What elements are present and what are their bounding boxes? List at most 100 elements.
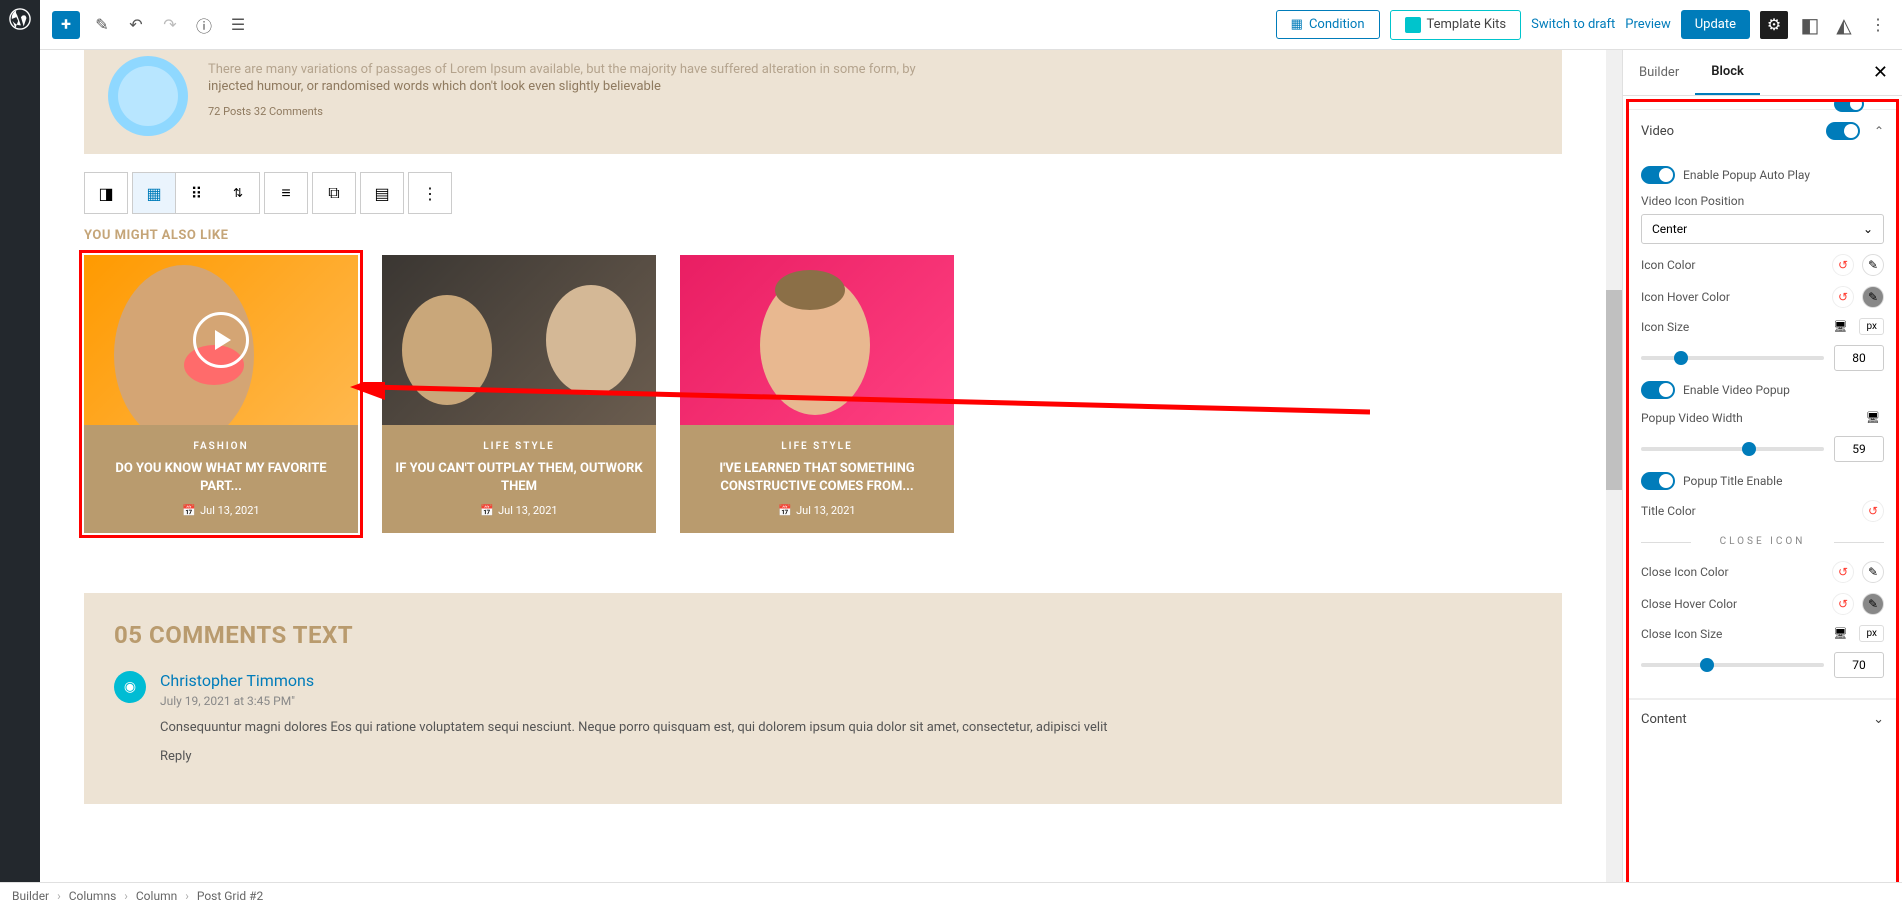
link-icon[interactable]: ⧉ [313,173,355,213]
popup-title-label: Popup Title Enable [1683,474,1884,488]
title-color-label: Title Color [1641,504,1854,518]
color-picker-icon[interactable]: ✎ [1862,286,1884,308]
close-icon-size-input[interactable] [1834,652,1884,678]
comment-item: ◉ Christopher Timmons July 19, 2021 at 3… [114,671,1532,764]
enable-popup-toggle[interactable] [1641,381,1675,399]
video-section-header[interactable]: Video ⌃ [1629,110,1896,152]
popup-width-label: Popup Video Width [1641,411,1854,425]
undo-icon[interactable]: ↶ [124,13,148,37]
grid-layout-icon[interactable]: ▦ [133,173,175,213]
icon-size-label: Icon Size [1641,320,1822,334]
info-icon[interactable]: ⓘ [192,13,216,37]
unit-px[interactable]: px [1859,625,1884,642]
redo-icon[interactable]: ↷ [158,13,182,37]
wordpress-logo-icon[interactable] [9,8,31,36]
color-picker-icon[interactable]: ✎ [1862,254,1884,276]
tab-block[interactable]: Block [1695,50,1760,95]
close-panel-icon[interactable]: ✕ [1859,62,1902,83]
video-toggle[interactable] [1826,122,1860,140]
more-icon[interactable]: ⋮ [1866,13,1890,37]
settings-icon[interactable]: ⚙ [1760,11,1788,39]
align-icon[interactable]: ≡ [265,173,307,213]
blocks-icon[interactable]: ◧ [1798,13,1822,37]
wp-admin-sidebar [0,0,40,908]
chevron-down-icon: ⌄ [1863,222,1873,236]
section-title: Video [1641,124,1674,139]
author-box: There are many variations of passages of… [84,50,1562,154]
reset-icon[interactable]: ↺ [1832,593,1854,615]
condition-button[interactable]: ▦ Condition [1276,10,1380,39]
post-card[interactable]: LIFE STYLE I'VE LEARNED THAT SOMETHING C… [680,255,954,533]
icon-size-slider[interactable] [1641,356,1824,360]
reply-link[interactable]: Reply [160,749,1532,764]
autoplay-toggle[interactable] [1641,166,1675,184]
drag-icon[interactable]: ⠿ [175,173,217,213]
post-image [382,255,656,425]
comments-title: 05 COMMENTS TEXT [114,621,1532,649]
replace-icon[interactable]: ▤ [361,173,403,213]
edit-icon[interactable]: ✎ [90,13,114,37]
close-icon-size-slider[interactable] [1641,663,1824,667]
breadcrumb-item[interactable]: Builder [12,889,49,903]
breadcrumb-item[interactable]: Column [136,889,177,903]
enable-popup-label: Enable Video Popup [1683,383,1884,397]
desktop-icon[interactable]: 🖥 [1862,409,1884,426]
popup-width-input[interactable] [1834,436,1884,462]
breadcrumb: Builder › Columns › Column › Post Grid #… [0,882,1902,908]
block-toolbar: ◨ ▦ ⠿ ⇅ ≡ ⧉ ▤ ⋮ [84,172,1562,214]
switch-to-draft-link[interactable]: Switch to draft [1531,17,1615,32]
reset-icon[interactable]: ↺ [1832,561,1854,583]
tab-builder[interactable]: Builder [1623,51,1695,94]
breadcrumb-item[interactable]: Columns [69,889,117,903]
icon-hover-color-label: Icon Hover Color [1641,290,1824,304]
author-description-2: injected humour, or randomised words whi… [208,77,1538,97]
author-description: There are many variations of passages of… [208,62,1538,77]
post-category: LIFE STYLE [394,441,644,452]
post-title: I'VE LEARNED THAT SOMETHING CONSTRUCTIVE… [692,460,942,496]
outline-icon[interactable]: ☰ [226,13,250,37]
chevron-down-icon: ⌄ [1873,712,1884,727]
popup-title-toggle[interactable] [1641,472,1675,490]
color-picker-icon[interactable]: ✎ [1862,561,1884,583]
update-button[interactable]: Update [1681,10,1750,39]
reset-icon[interactable]: ↺ [1862,500,1884,522]
more-options-icon[interactable]: ⋮ [409,173,451,213]
chevron-up-icon: ⌃ [1874,124,1884,138]
preview-link[interactable]: Preview [1625,17,1670,32]
settings-panel: Builder Block ✕ Video ⌃ [1622,50,1902,908]
post-category: FASHION [96,441,346,452]
editor-canvas[interactable]: There are many variations of passages of… [40,50,1606,908]
template-kits-button[interactable]: Template Kits [1390,10,1522,40]
breadcrumb-item[interactable]: Post Grid #2 [197,889,263,903]
icon-position-label: Video Icon Position [1641,194,1884,208]
desktop-icon[interactable]: 🖥 [1830,318,1852,335]
color-picker-icon[interactable]: ✎ [1862,593,1884,615]
post-date: 📅 Jul 13, 2021 [96,504,346,517]
block-type-icon[interactable]: ◨ [85,173,127,213]
astra-icon[interactable]: ◭ [1832,13,1856,37]
post-image [84,255,358,425]
reset-icon[interactable]: ↺ [1832,254,1854,276]
posts-grid: FASHION DO YOU KNOW WHAT MY FAVORITE PAR… [84,255,1562,533]
toggle-switch[interactable] [1834,99,1864,112]
unit-px[interactable]: px [1859,318,1884,335]
move-icon[interactable]: ⇅ [217,173,259,213]
close-icon-color-label: Close Icon Color [1641,565,1824,579]
scrollbar[interactable] [1606,50,1622,908]
icon-position-select[interactable]: Center ⌄ [1641,214,1884,244]
play-icon[interactable] [193,312,249,368]
icon-size-input[interactable] [1834,345,1884,371]
post-card[interactable]: FASHION DO YOU KNOW WHAT MY FAVORITE PAR… [84,255,358,533]
post-card[interactable]: LIFE STYLE IF YOU CAN'T OUTPLAY THEM, OU… [382,255,656,533]
reset-icon[interactable]: ↺ [1832,286,1854,308]
close-hover-color-label: Close Hover Color [1641,597,1824,611]
popup-width-slider[interactable] [1641,447,1824,451]
desktop-icon[interactable]: 🖥 [1830,625,1852,642]
comments-section: 05 COMMENTS TEXT ◉ Christopher Timmons J… [84,593,1562,804]
comment-date: July 19, 2021 at 3:45 PM" [160,694,1532,708]
post-date: 📅 Jul 13, 2021 [394,504,644,517]
content-section-header[interactable]: Content ⌄ [1629,699,1896,739]
add-block-button[interactable]: + [52,11,80,39]
post-date: 📅 Jul 13, 2021 [692,504,942,517]
section-title: YOU MIGHT ALSO LIKE [84,228,1562,243]
